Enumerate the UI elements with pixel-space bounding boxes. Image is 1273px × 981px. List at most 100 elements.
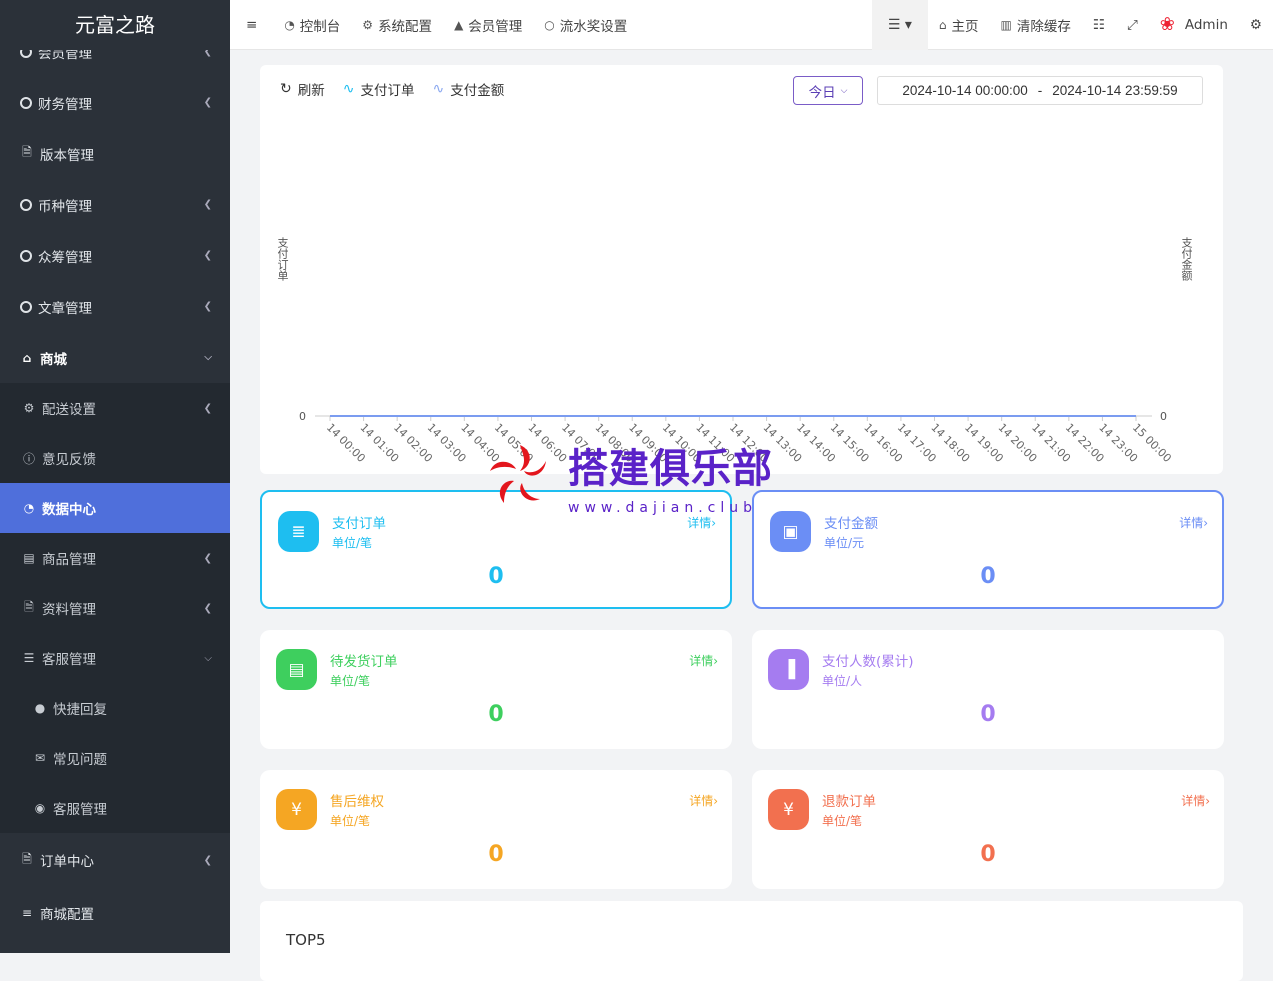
y-tick-label: 0 (299, 410, 306, 423)
sidebar-item-label: 客服管理 (42, 652, 96, 668)
settings-button[interactable]: ⚙ (1239, 0, 1273, 50)
sidebar-item-finance[interactable]: 财务管理 ❮ (0, 77, 230, 128)
home-link[interactable]: ⌂ 主页 (928, 0, 990, 50)
sidebar-item-products[interactable]: ▤ 商品管理 ❮ (0, 533, 230, 583)
dashboard-icon: ◔ (284, 17, 295, 32)
sidebar-item-label: 数据中心 (42, 502, 96, 518)
clear-cache-label: 清除缓存 (1016, 18, 1071, 35)
hamburger-icon: ≡ (246, 16, 258, 33)
question-circle-icon: ⓘ (22, 451, 35, 466)
sidebar-item-quick-reply[interactable]: ● 快捷回复 (0, 683, 230, 733)
top-navbar: ≡ ◔ 控制台 ⚙ 系统配置 ▲ 会员管理 ○ 流水奖设置 ☰ ▾ ⌂ 主页 ▥ 清除缓存 … (230, 0, 1273, 50)
circle-icon: ○ (544, 17, 555, 32)
sidebar-item-faq[interactable]: ✉ 常见问题 (0, 733, 230, 783)
fullscreen-button[interactable]: ⤢ (1116, 0, 1149, 50)
language-button[interactable]: ☷ (1082, 0, 1116, 50)
tab-label: 系统配置 (378, 18, 433, 35)
tab-member-management[interactable]: ▲ 会员管理 (443, 0, 533, 50)
card-detail-link[interactable]: 详情› (689, 652, 718, 669)
sidebar-item-articles[interactable]: 文章管理 ❮ (0, 281, 230, 332)
gears-icon: ⚙ (1249, 16, 1262, 33)
sidebar-toggle-button[interactable]: ≡ (230, 0, 273, 50)
list-icon: ☰ ▾ (887, 16, 912, 33)
sidebar-item-label: 客服管理 (53, 802, 107, 818)
sidebar-item-customer-service[interactable]: ☰ 客服管理 ⌵ (0, 633, 230, 683)
sidebar-item-label: 订单中心 (40, 854, 94, 870)
user-menu[interactable]: ❀ Admin (1149, 0, 1239, 50)
card-title: 支付金额 (824, 516, 878, 532)
sidebar-item-currency[interactable]: 币种管理 ❮ (0, 179, 230, 230)
card-unit: 单位/笔 (822, 814, 863, 828)
gear-icon: ⚙ (362, 17, 374, 32)
clear-cache-button[interactable]: ▥ 清除缓存 (990, 0, 1082, 50)
tab-system-config[interactable]: ⚙ 系统配置 (351, 0, 443, 50)
sidebar-item-label: 资料管理 (42, 602, 96, 618)
sidebar-item-orders[interactable]: 🗎 订单中心 ❮ (0, 833, 230, 887)
sidebar-item-feedback[interactable]: ⓘ 意见反馈 (0, 433, 230, 483)
sidebar-item-delivery[interactable]: ⚙ 配送设置 ❮ (0, 383, 230, 433)
chevron-left-icon: ❮ (203, 199, 212, 210)
sidebar-item-shop-config[interactable]: ≡ 商城配置 (0, 887, 230, 938)
file-text-icon: 🗎 (24, 599, 34, 614)
circle-icon (20, 300, 32, 313)
card-detail-link[interactable]: 详情› (1181, 792, 1210, 809)
gears-icon: ⚙ (23, 401, 35, 415)
language-icon: ☷ (1092, 16, 1105, 33)
stat-card-paying-users[interactable]: ▐ 支付人数(累计) 单位/人 0 (752, 630, 1224, 749)
card-title: 待发货订单 (330, 654, 398, 670)
sidebar-item-service-admin[interactable]: ◉ 客服管理 (0, 783, 230, 833)
stat-card-refund-orders[interactable]: ¥ 退款订单 单位/笔 详情› 0 (752, 770, 1224, 889)
home-icon: ⌂ (938, 17, 947, 32)
chart-card: ↻ 刷新 ∿ 支付订单 ∿ 支付金额 今日 ⌵ 2024-10-14 00:00:00-… (260, 65, 1223, 474)
watermark: 搭建俱乐部 www.dajian.club (490, 430, 790, 520)
card-unit: 单位/人 (822, 674, 863, 688)
shield-yen-icon: ¥ (276, 789, 317, 830)
sidebar-item-materials[interactable]: 🗎 资料管理 ❮ (0, 583, 230, 633)
card-title: 退款订单 (822, 794, 876, 810)
card-value: 0 (488, 702, 504, 727)
card-unit: 单位/笔 (330, 814, 371, 828)
file-icon: 🗎 (22, 145, 32, 159)
line-chart: 0 014 00:0014 01:0014 02:0014 03:0014 04:… (299, 410, 1174, 465)
tab-flow-reward[interactable]: ○ 流水奖设置 (533, 0, 638, 50)
card-unit: 单位/笔 (332, 536, 373, 550)
card-title: 支付人数(累计) (822, 654, 914, 670)
chevron-left-icon: ❮ (203, 301, 212, 312)
sidebar-item-crowdfunding[interactable]: 众筹管理 ❮ (0, 230, 230, 281)
sidebar-item-label: 文章管理 (38, 300, 92, 317)
nav-menu-dropdown[interactable]: ☰ ▾ (871, 0, 928, 50)
card-detail-link[interactable]: 详情› (689, 792, 718, 809)
service-submenu: ● 快捷回复 ✉ 常见问题 ◉ 客服管理 (0, 683, 230, 833)
sidebar-item-label: 意见反馈 (42, 452, 96, 468)
user-circle-icon: ◉ (34, 801, 46, 815)
stat-card-after-sales[interactable]: ¥ 售后维权 单位/笔 详情› 0 (260, 770, 732, 889)
sidebar-item-label: 商品管理 (42, 552, 96, 568)
sidebar-item-label: 商城配置 (40, 906, 94, 923)
username: Admin (1184, 16, 1228, 33)
chevron-left-icon: ❮ (203, 552, 212, 564)
chevron-down-icon: ⌵ (204, 352, 212, 363)
card-unit: 单位/元 (824, 536, 865, 550)
card-detail-link[interactable]: 详情› (1179, 514, 1208, 531)
sidebar-item-label: 币种管理 (38, 198, 92, 215)
box-icon: ▤ (276, 649, 317, 690)
stat-card-pending-shipment[interactable]: ▤ 待发货订单 单位/笔 详情› 0 (260, 630, 732, 749)
sidebar-item-shop[interactable]: ⌂ 商城 ⌵ (0, 332, 230, 383)
sidebar-item-data-center[interactable]: ◔ 数据中心 (0, 483, 230, 533)
chevron-left-icon: ❮ (203, 97, 212, 108)
chevron-left-icon: ❮ (203, 854, 212, 866)
sidebar-item-label: 常见问题 (53, 752, 107, 768)
user-icon: ▲ (454, 17, 464, 32)
tab-label: 控制台 (299, 18, 341, 35)
card-value: 0 (980, 564, 996, 589)
card-title: 售后维权 (330, 794, 384, 810)
chevron-left-icon: ❮ (203, 402, 212, 414)
tab-dashboard[interactable]: ◔ 控制台 (273, 0, 351, 50)
card-unit: 单位/笔 (330, 674, 371, 688)
stat-card-paid-amount[interactable]: ▣ 支付金额 单位/元 详情› 0 (752, 490, 1224, 609)
sidebar-item-label: 商城 (40, 351, 67, 368)
top5-title: TOP5 (286, 931, 326, 949)
avatar: ❀ (1159, 14, 1175, 35)
home-icon: ⌂ (22, 350, 32, 365)
sidebar-item-version[interactable]: 🗎 版本管理 (0, 128, 230, 179)
